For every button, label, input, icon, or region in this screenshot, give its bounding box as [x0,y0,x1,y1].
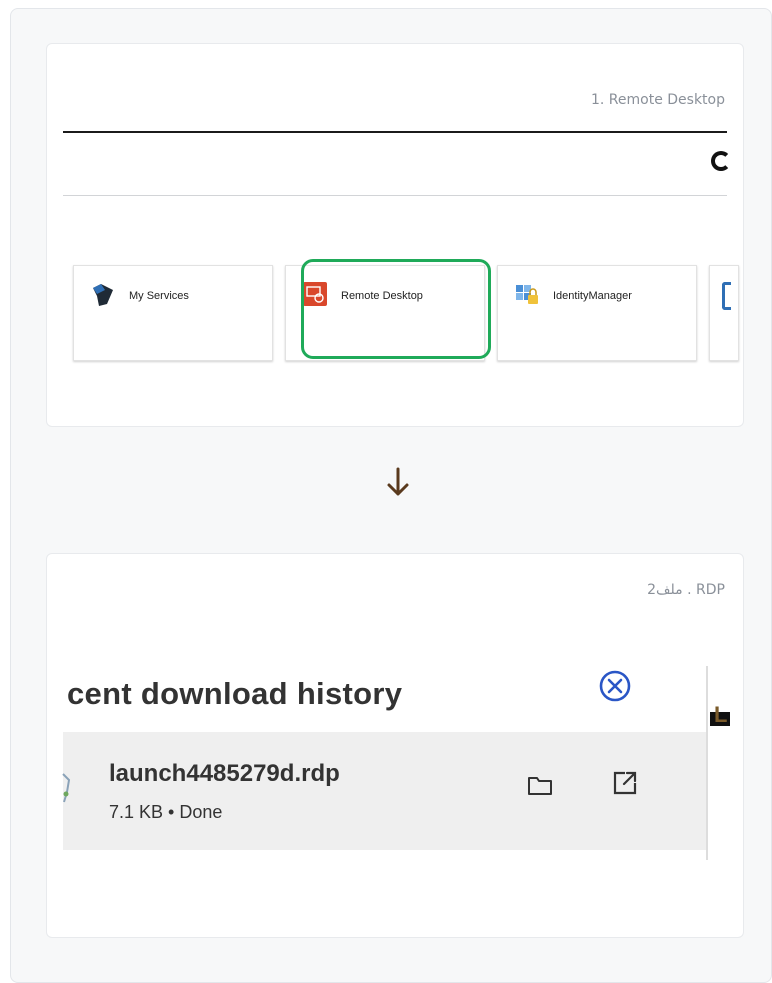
tile-identity-manager[interactable]: IdentityManager [497,265,697,361]
folder-icon[interactable] [527,774,553,796]
file-icon [62,773,71,803]
partial-letter: L [714,702,728,727]
my-services-icon [93,284,113,306]
download-history-title: cent download history [67,676,403,711]
app-icon [722,282,731,310]
portal-screenshot: My Services Remote Desktop IdentityManag… [63,129,739,399]
arrow-down-icon [387,467,409,496]
close-icon[interactable] [598,669,632,703]
highlight-box [301,259,491,359]
tile-partial[interactable] [709,265,739,361]
download-history-screenshot: cent download history launch4485279d.rdp… [62,666,730,866]
step-2-card: 2ملف . RDP cent download history launch4… [46,553,744,938]
step-1-caption: 1. Remote Desktop [590,92,725,108]
tile-label: My Services [129,290,189,302]
panel-divider [706,666,708,860]
download-meta: 7.1 KB • Done [109,802,223,822]
header-divider [63,131,727,133]
step-1-card: 1. Remote Desktop My Services Remote Des… [46,43,744,427]
tile-my-services[interactable]: My Services [73,265,273,361]
section-divider [63,195,727,196]
step-2-caption: 2ملف . RDP [647,582,725,598]
download-item[interactable]: launch4485279d.rdp 7.1 KB • Done [62,732,706,850]
open-external-icon[interactable] [612,770,638,796]
download-filename: launch4485279d.rdp [109,760,340,787]
search-icon [711,151,731,171]
identity-manager-icon [516,285,538,304]
tile-label: IdentityManager [553,290,632,302]
